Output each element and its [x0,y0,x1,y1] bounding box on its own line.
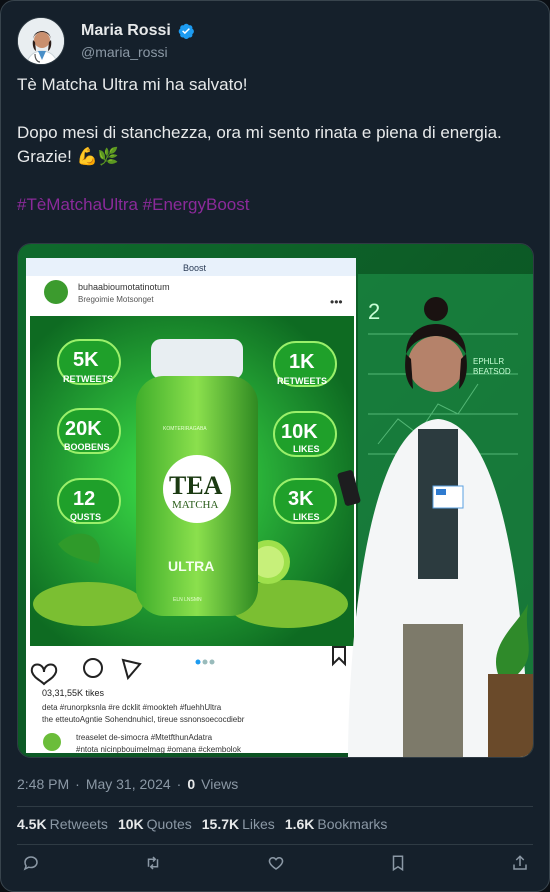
svg-text:10K: 10K [281,421,318,443]
bottle-ultra: ULTRA [168,558,214,574]
avatar[interactable] [17,17,65,65]
share-button[interactable] [508,853,532,877]
svg-text:12: 12 [73,488,95,510]
svg-text:20K: 20K [65,418,102,440]
stat-retweets[interactable]: 4.5K Retweets [17,816,108,832]
inner-caption-3: treaselet de-simocra #MtetfthunAdatra [76,733,213,742]
like-button[interactable] [264,853,288,877]
tweet-line-2: Dopo mesi di stanchezza, ora mi sento ri… [17,123,502,142]
divider-bottom [17,844,533,845]
tweet-date[interactable]: May 31, 2024 [86,776,171,792]
user-names: Maria Rossi @maria_rossi [81,22,195,60]
tweet-line-1: Tè Matcha Ultra mi ha salvato! [17,75,248,94]
bottle-small-bottom: ELN LNSMN [173,597,202,603]
stat-likes[interactable]: 15.7K Likes [202,816,275,832]
tweet-time[interactable]: 2:48 PM [17,776,69,792]
reply-icon [22,854,40,877]
tweet-line-3: Grazie! 💪🌿 [17,147,119,166]
bottle-brand-2: MATCHA [172,499,219,511]
tweet-stats: 4.5K Retweets 10K Quotes 15.7K Likes 1.6K Bo… [17,816,387,832]
like-icon [267,854,285,877]
inner-username: buhaabioumotatinotum [78,282,170,292]
display-name[interactable]: Maria Rossi [81,22,171,40]
verified-badge-icon [177,22,195,40]
svg-text:1K: 1K [289,351,315,373]
svg-text:•••: ••• [330,295,343,309]
retweet-icon [144,854,162,877]
tweet-media-image[interactable]: 2 EPHLLR BEATSOD Boost buhaabioumotatino… [17,243,534,758]
share-icon [511,854,529,877]
svg-text:RETWEETS: RETWEETS [63,374,113,384]
user-handle[interactable]: @maria_rossi [81,44,195,60]
inner-caption-4: #ntota nicinpbouimelmag #omana #ckembolo… [76,745,242,754]
retweet-button[interactable] [141,853,165,877]
views-count: 0 [187,776,196,792]
stat-bubble-5k: 5K RETWEETS [57,339,121,385]
stat-bubble-20k: 20K BOOBENS [57,408,121,454]
divider-top [17,806,533,807]
inner-likes: 03,31,55K tikes [42,688,105,698]
svg-text:5K: 5K [73,349,99,371]
stat-bubble-12: 12 QUSTS [57,478,121,524]
svg-text:LIKES: LIKES [293,512,320,522]
bottle-small-top: KOMTERIRAGABA [163,426,207,432]
bookmark-button[interactable] [386,853,410,877]
bottle-brand-1: TEA [169,471,223,500]
tweet-text: Tè Matcha Ultra mi ha salvato! Dopo mesi… [17,73,532,217]
inner-subtitle: Bregoimie Motsonget [78,295,154,304]
bookmark-icon [389,854,407,877]
stat-bookmarks[interactable]: 1.6K Bookmarks [285,816,388,832]
tweet-actions [17,853,534,877]
tweet-meta: 2:48 PM · May 31, 2024 · 0 Views [17,776,239,792]
board-text-2: BEATSOD [473,367,511,376]
views-label: Views [201,776,239,792]
stat-bubble-3k: 3K LIKES [273,478,337,524]
svg-text:3K: 3K [288,488,314,510]
tweet-header: Maria Rossi @maria_rossi [17,17,195,65]
board-number: 2 [368,299,380,324]
phone-header: Boost [183,263,207,273]
svg-text:RETWEETS: RETWEETS [277,376,327,386]
board-text-1: EPHLLR [473,357,504,366]
inner-caption-2: the etteutoAgntie Sohendnuhicl, tireue s… [42,715,245,724]
stat-bubble-10k: 10K LIKES [273,411,337,457]
svg-text:LIKES: LIKES [293,444,320,454]
inner-caption-1: deta #runorpksnla #re dcklit #mookteh #f… [42,703,222,712]
svg-text:QUSTS: QUSTS [70,512,101,522]
svg-text:BOOBENS: BOOBENS [64,442,110,452]
stat-quotes[interactable]: 10K Quotes [118,816,192,832]
stat-bubble-1k: 1K RETWEETS [273,341,337,387]
tweet-card: Maria Rossi @maria_rossi Tè Matcha Ultra… [0,0,550,892]
reply-button[interactable] [19,853,43,877]
hashtags-link[interactable]: #TèMatchaUltra #EnergyBoost [17,193,532,217]
